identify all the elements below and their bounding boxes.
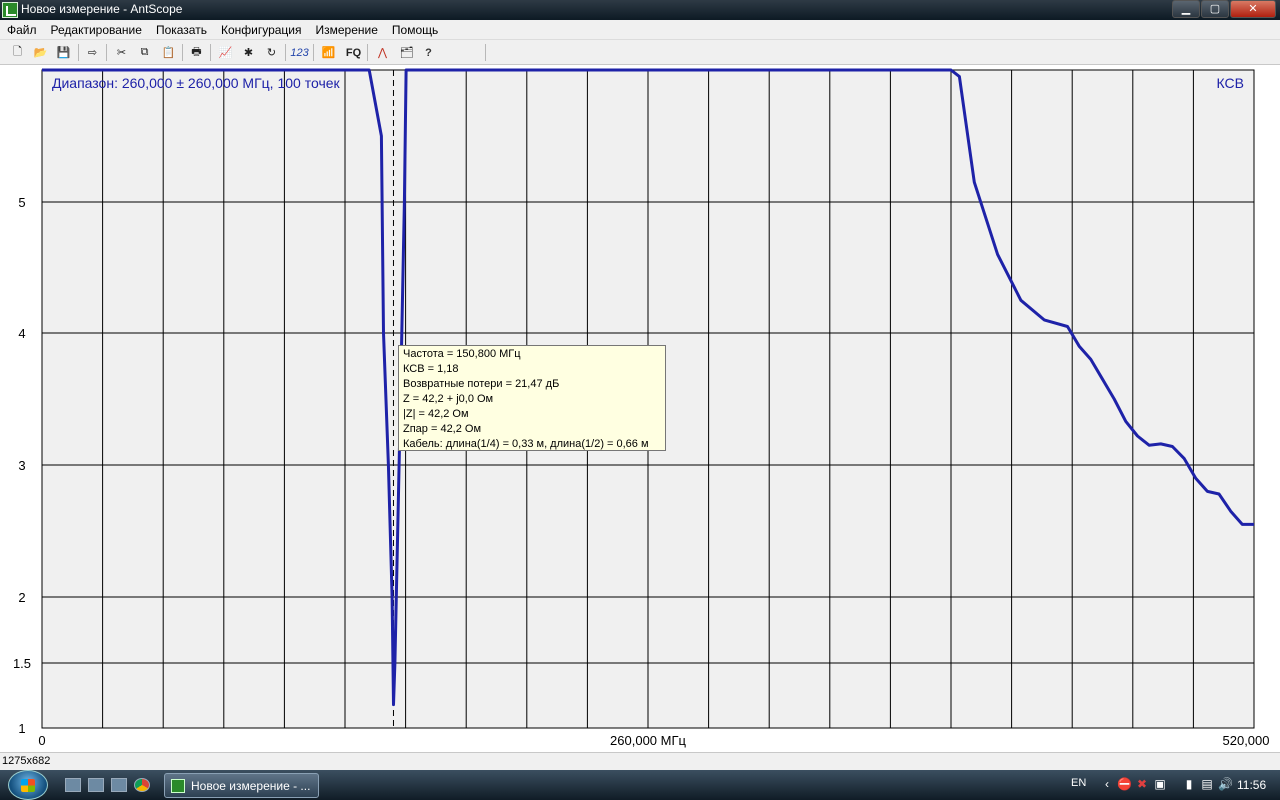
maximize-button[interactable]: ▢ [1201,0,1229,18]
new-file-icon[interactable]: 🗋 [9,44,26,61]
status-bar: 1275x682 [0,752,1280,770]
tooltip-impedance-magnitude: |Z| = 42,2 Ом [403,408,469,420]
toolbar-separator [313,44,314,61]
print-icon[interactable]: 🖶 [188,44,205,61]
x-tick-label: 520,000 [1223,733,1270,748]
x-axis-label: 260,000 МГц [610,733,686,748]
chart-range-title: Диапазон: 260,000 ± 260,000 МГц, 100 точ… [52,75,341,91]
y-tick-label: 4 [18,326,25,341]
y-tick-labels: 1 1.5 2 3 4 5 [13,195,31,736]
language-indicator[interactable]: EN [1071,777,1086,789]
network-error-icon[interactable]: ✖ [1135,777,1149,791]
tooltip-frequency: Частота = 150,800 МГц [403,348,521,360]
status-text: 1275x682 [2,755,51,767]
x-tick-label: 0 [38,733,45,748]
network-icon[interactable]: ▤ [1200,777,1214,791]
toolbar-separator [367,44,368,61]
menu-measurement[interactable]: Измерение [308,20,384,39]
toolbar-separator [106,44,107,61]
cut-icon[interactable]: ✂ [113,44,130,61]
chart-icon[interactable]: 📈 [217,44,234,61]
toolbar-separator [78,44,79,61]
scan-icon[interactable]: ✱ [240,44,257,61]
menu-bar: Файл Редактирование Показать Конфигураци… [0,20,1280,40]
tooltip-cable-length: Кабель: длина(1/4) = 0,33 м, длина(1/2) … [403,438,649,450]
clock[interactable]: 11:56 [1237,778,1266,792]
toolbar: 🗋 📂 💾 ⇨ ✂ ⧉ 📋 🖶 📈 ✱ ↻ 123 📶 FQ ⋀ 🗂 ? [0,40,1280,65]
tooltip-impedance: Z = 42,2 + j0,0 Ом [403,393,494,405]
menu-configuration[interactable]: Конфигурация [214,20,309,39]
title-bar: Новое измерение - AntScope ▁ ▢ ✕ [0,0,1280,20]
tooltip-parallel-impedance: Zпар = 42,2 Ом [403,423,482,435]
tooltip-return-loss: Возвратные потери = 21,47 дБ [403,378,560,390]
paste-icon[interactable]: 📋 [160,44,177,61]
show-desktop-icon[interactable] [65,778,81,792]
export-icon[interactable]: ⇨ [84,44,101,61]
marker-tooltip: Частота = 150,800 МГц КСВ = 1,18 Возврат… [398,345,666,451]
menu-view[interactable]: Показать [149,20,214,39]
toolbar-separator [210,44,211,61]
display-icon[interactable]: ▣ [1153,777,1167,791]
minimize-button[interactable]: ▁ [1172,0,1200,18]
menu-edit[interactable]: Редактирование [44,20,149,39]
series-label: КСВ [1217,75,1244,91]
toolbar-separator [485,44,486,61]
numeric-icon[interactable]: 123 [290,44,308,61]
close-button[interactable]: ✕ [1230,0,1276,18]
y-tick-label: 1.5 [13,656,31,671]
menu-file[interactable]: Файл [0,20,44,39]
help-icon[interactable]: ? [420,44,437,61]
battery-icon[interactable]: ▮ [1182,777,1196,791]
taskbar: Новое измерение - ... EN ‹ ⛔ ✖ ▣ ▮ ▤ 🔊 1… [0,770,1280,800]
toolbar-separator [285,44,286,61]
taskbar-window-label: Новое измерение - ... [191,779,311,793]
start-button[interactable] [8,770,48,800]
y-tick-label: 3 [18,458,25,473]
fq-icon[interactable]: FQ [345,44,362,61]
copy-icon[interactable]: ⧉ [136,44,153,61]
app-icon [171,779,185,793]
tooltip-swr: КСВ = 1,18 [403,363,459,375]
y-tick-label: 2 [18,590,25,605]
menu-help[interactable]: Помощь [385,20,445,39]
folder-list-icon[interactable]: 🗂 [398,44,415,61]
marker-icon[interactable]: ⋀ [374,44,391,61]
y-tick-label: 5 [18,195,25,210]
open-folder-icon[interactable]: 📂 [32,44,49,61]
tray-expand-icon[interactable]: ‹ [1100,777,1114,791]
taskbar-window-button[interactable]: Новое измерение - ... [164,773,319,798]
volume-icon[interactable]: 🔊 [1218,777,1233,791]
refresh-icon[interactable]: ↻ [263,44,280,61]
explorer-icon[interactable] [88,778,104,792]
antenna-icon[interactable]: 📶 [320,44,337,61]
window-title: Новое измерение - AntScope [21,2,183,16]
save-icon[interactable]: 💾 [55,44,72,61]
chrome-icon[interactable] [134,778,150,792]
terminal-icon[interactable] [111,778,127,792]
swr-chart[interactable]: Диапазон: 260,000 ± 260,000 МГц, 100 точ… [0,65,1280,752]
y-tick-label: 1 [18,721,25,736]
app-icon [2,2,18,18]
toolbar-separator [182,44,183,61]
security-icon[interactable]: ⛔ [1117,777,1132,791]
